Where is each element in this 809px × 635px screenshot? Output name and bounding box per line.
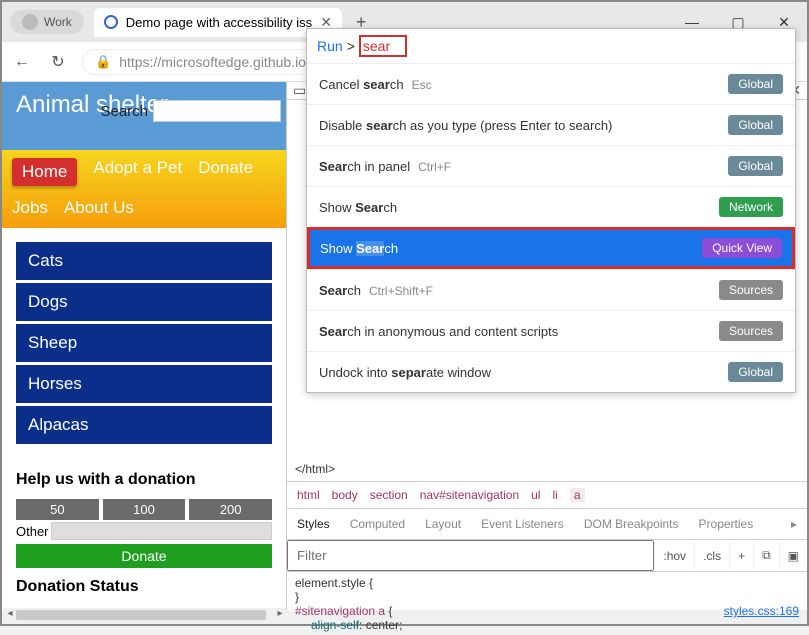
other-label: Other (16, 522, 51, 540)
dom-breadcrumb: html body section nav#sitenavigation ul … (287, 481, 807, 508)
command-menu: Run > sear Cancel searchEscGlobalDisable… (306, 28, 796, 393)
command-item[interactable]: Cancel searchEscGlobal (307, 63, 795, 104)
command-item[interactable]: Search in anonymous and content scriptsS… (307, 310, 795, 351)
donation-section: Help us with a donation 50 100 200 Other… (2, 471, 286, 610)
list-item[interactable]: Sheep (16, 324, 272, 362)
command-item[interactable]: Undock into separate windowGlobal (307, 351, 795, 392)
plus-style-icon[interactable]: + (729, 543, 753, 569)
nav-donate[interactable]: Donate (198, 158, 253, 186)
crumb[interactable]: li (552, 488, 557, 502)
brace: { (388, 604, 392, 618)
avatar-icon (22, 14, 38, 30)
site-header: Animal shelter Search (2, 82, 286, 150)
crumb-selected[interactable]: a (570, 488, 585, 502)
tab-event-listeners[interactable]: Event Listeners (471, 509, 574, 539)
selector: #sitenavigation a (295, 604, 385, 618)
inspect-icon[interactable]: ▭ (293, 82, 306, 99)
browser-tab[interactable]: Demo page with accessibility iss ✕ (94, 8, 342, 37)
hov-button[interactable]: :hov (654, 543, 694, 569)
back-button[interactable]: ← (10, 53, 34, 71)
profile-label: Work (44, 15, 72, 29)
code-rule-line: #sitenavigation a { styles.css:169 (295, 604, 799, 618)
styles-filter-input[interactable] (287, 540, 654, 571)
css-val: center (366, 618, 399, 632)
code-prop-line: align-self: center; (295, 618, 799, 632)
nav-adopt[interactable]: Adopt a Pet (93, 158, 182, 186)
layout-icon[interactable]: ▣ (779, 543, 807, 569)
crumb[interactable]: html (297, 488, 320, 502)
scroll-left-icon[interactable]: ◂ (4, 608, 16, 622)
crumb[interactable]: section (370, 488, 408, 502)
donation-heading: Help us with a donation (16, 471, 272, 489)
devtools-lower: </html> html body section nav#sitenaviga… (287, 458, 807, 635)
tab-styles[interactable]: Styles (287, 509, 340, 539)
site-nav: Home Adopt a Pet Donate Jobs About Us (2, 150, 286, 228)
chevron-right-icon[interactable]: ▸ (781, 509, 807, 539)
favicon-icon (104, 15, 118, 29)
tab-properties[interactable]: Properties (689, 509, 764, 539)
refresh-button[interactable]: ↻ (46, 52, 70, 72)
donate-button[interactable]: Donate (16, 544, 272, 568)
search-input[interactable] (153, 100, 281, 122)
command-item[interactable]: Show SearchNetwork (307, 186, 795, 227)
amount-button[interactable]: 100 (103, 499, 186, 520)
nav-about[interactable]: About Us (64, 198, 134, 218)
command-input-row: Run > sear (307, 29, 795, 63)
crumb[interactable]: ul (531, 488, 540, 502)
list-item[interactable]: Dogs (16, 283, 272, 321)
styles-tabs: Styles Computed Layout Event Listeners D… (287, 508, 807, 540)
scrollbar-thumb[interactable] (16, 610, 266, 620)
list-item[interactable]: Alpacas (16, 406, 272, 444)
html-close-line: </html> (287, 458, 807, 481)
amount-button[interactable]: 50 (16, 499, 99, 520)
horizontal-scrollbar[interactable]: ◂ ▸ (4, 608, 286, 622)
search-row: Search (100, 100, 281, 122)
tab-title: Demo page with accessibility iss (126, 15, 312, 30)
lock-icon: 🔒 (95, 54, 111, 70)
other-row: Other (16, 522, 272, 540)
list-item[interactable]: Cats (16, 242, 272, 280)
copy-style-icon[interactable]: ⧉ (753, 542, 779, 569)
cls-button[interactable]: .cls (694, 543, 729, 569)
status-heading: Donation Status (16, 578, 272, 596)
command-prompt: > (347, 38, 355, 54)
animal-list: Cats Dogs Sheep Horses Alpacas (2, 228, 286, 461)
command-item[interactable]: Search in panelCtrl+FGlobal (307, 145, 795, 186)
crumb[interactable]: nav#sitenavigation (420, 488, 519, 502)
command-item[interactable]: SearchCtrl+Shift+FSources (307, 269, 795, 310)
styles-filter-row: :hov .cls + ⧉ ▣ (287, 540, 807, 572)
search-label: Search (100, 103, 148, 120)
nav-jobs[interactable]: Jobs (12, 198, 48, 218)
command-list: Cancel searchEscGlobalDisable search as … (307, 63, 795, 392)
scroll-right-icon[interactable]: ▸ (274, 608, 286, 622)
profile-button[interactable]: Work (10, 10, 84, 34)
command-item[interactable]: Disable search as you type (press Enter … (307, 104, 795, 145)
tab-dom-breakpoints[interactable]: DOM Breakpoints (574, 509, 689, 539)
other-input[interactable] (51, 522, 272, 540)
css-prop: align-self (311, 618, 359, 632)
command-item[interactable]: Show SearchQuick View (307, 227, 795, 269)
tab-layout[interactable]: Layout (415, 509, 471, 539)
code-line: } (295, 590, 799, 604)
command-run-label: Run (317, 38, 343, 54)
page-content: Animal shelter Search Home Adopt a Pet D… (2, 82, 286, 610)
amount-row: 50 100 200 (16, 499, 272, 520)
nav-home[interactable]: Home (12, 158, 77, 186)
list-item[interactable]: Horses (16, 365, 272, 403)
amount-button[interactable]: 200 (189, 499, 272, 520)
code-line: element.style { (295, 576, 799, 590)
crumb[interactable]: body (332, 488, 358, 502)
tab-computed[interactable]: Computed (340, 509, 415, 539)
command-input[interactable]: sear (359, 35, 407, 57)
source-link[interactable]: styles.css:169 (724, 604, 799, 618)
